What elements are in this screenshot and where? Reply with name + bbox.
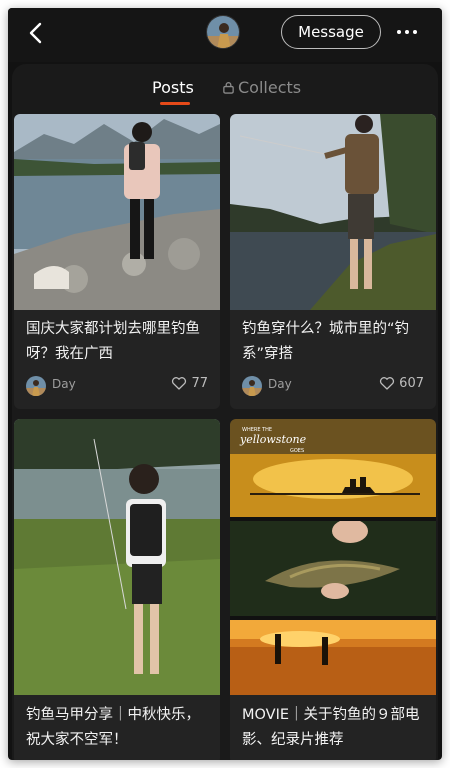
active-tab-indicator: [160, 102, 190, 105]
back-button[interactable]: [22, 18, 52, 48]
more-button[interactable]: [392, 20, 422, 44]
post-title: 钓鱼马甲分享｜中秋快乐，祝大家不空军！: [26, 707, 200, 748]
post-image: [14, 114, 220, 310]
heart-icon: [172, 377, 187, 390]
message-button[interactable]: Message: [281, 15, 381, 49]
post-card[interactable]: 国庆大家都计划去哪里钓鱼呀？我在广西 Day 77: [14, 114, 220, 409]
tab-posts-label: Posts: [152, 78, 194, 97]
author-name[interactable]: Day: [268, 377, 292, 391]
post-title: 国庆大家都计划去哪里钓鱼呀？我在广西: [26, 321, 200, 362]
post-card[interactable]: 钓鱼马甲分享｜中秋快乐，祝大家不空军！: [14, 419, 220, 760]
tab-bar: Posts Collects: [12, 64, 438, 112]
more-horizontal-icon: [397, 30, 417, 34]
post-title: 钓鱼穿什么？城市里的“钓系”穿搭: [242, 321, 410, 362]
post-image: [14, 419, 220, 695]
tab-collects[interactable]: Collects: [222, 78, 301, 97]
top-bar: Message: [8, 8, 442, 62]
post-meta: Day 77: [26, 375, 208, 397]
like-count: 77: [191, 375, 208, 391]
post-card[interactable]: WHERE THE yellowstone GOES MOVIE｜关于钓鱼的９部…: [230, 419, 436, 760]
author-avatar[interactable]: [242, 376, 262, 396]
image-text-goes: GOES: [290, 448, 304, 454]
post-image: [230, 114, 436, 310]
like-count: 607: [399, 375, 424, 391]
heart-icon: [380, 377, 395, 390]
app-screen: Message Posts Collects 国庆大家都计划去哪里钓鱼呀？我在广…: [8, 8, 442, 760]
post-image: WHERE THE yellowstone GOES: [230, 419, 436, 695]
tab-collects-label: Collects: [238, 78, 302, 97]
post-meta: Day 607: [242, 375, 424, 397]
content-panel: Posts Collects 国庆大家都计划去哪里钓鱼呀？我在广西 Day 77…: [12, 64, 438, 760]
author-name[interactable]: Day: [52, 377, 76, 391]
profile-avatar[interactable]: [206, 15, 240, 49]
post-title: MOVIE｜关于钓鱼的９部电影、纪录片推荐: [242, 707, 420, 748]
tab-posts[interactable]: Posts: [152, 78, 194, 105]
lock-icon: [222, 81, 235, 94]
like-button[interactable]: 77: [171, 375, 208, 391]
chevron-left-icon: [29, 22, 42, 44]
author-avatar[interactable]: [26, 376, 46, 396]
image-text-title: yellowstone: [239, 433, 307, 446]
like-button[interactable]: 607: [379, 375, 424, 391]
post-card[interactable]: 钓鱼穿什么？城市里的“钓系”穿搭 Day 607: [230, 114, 436, 409]
